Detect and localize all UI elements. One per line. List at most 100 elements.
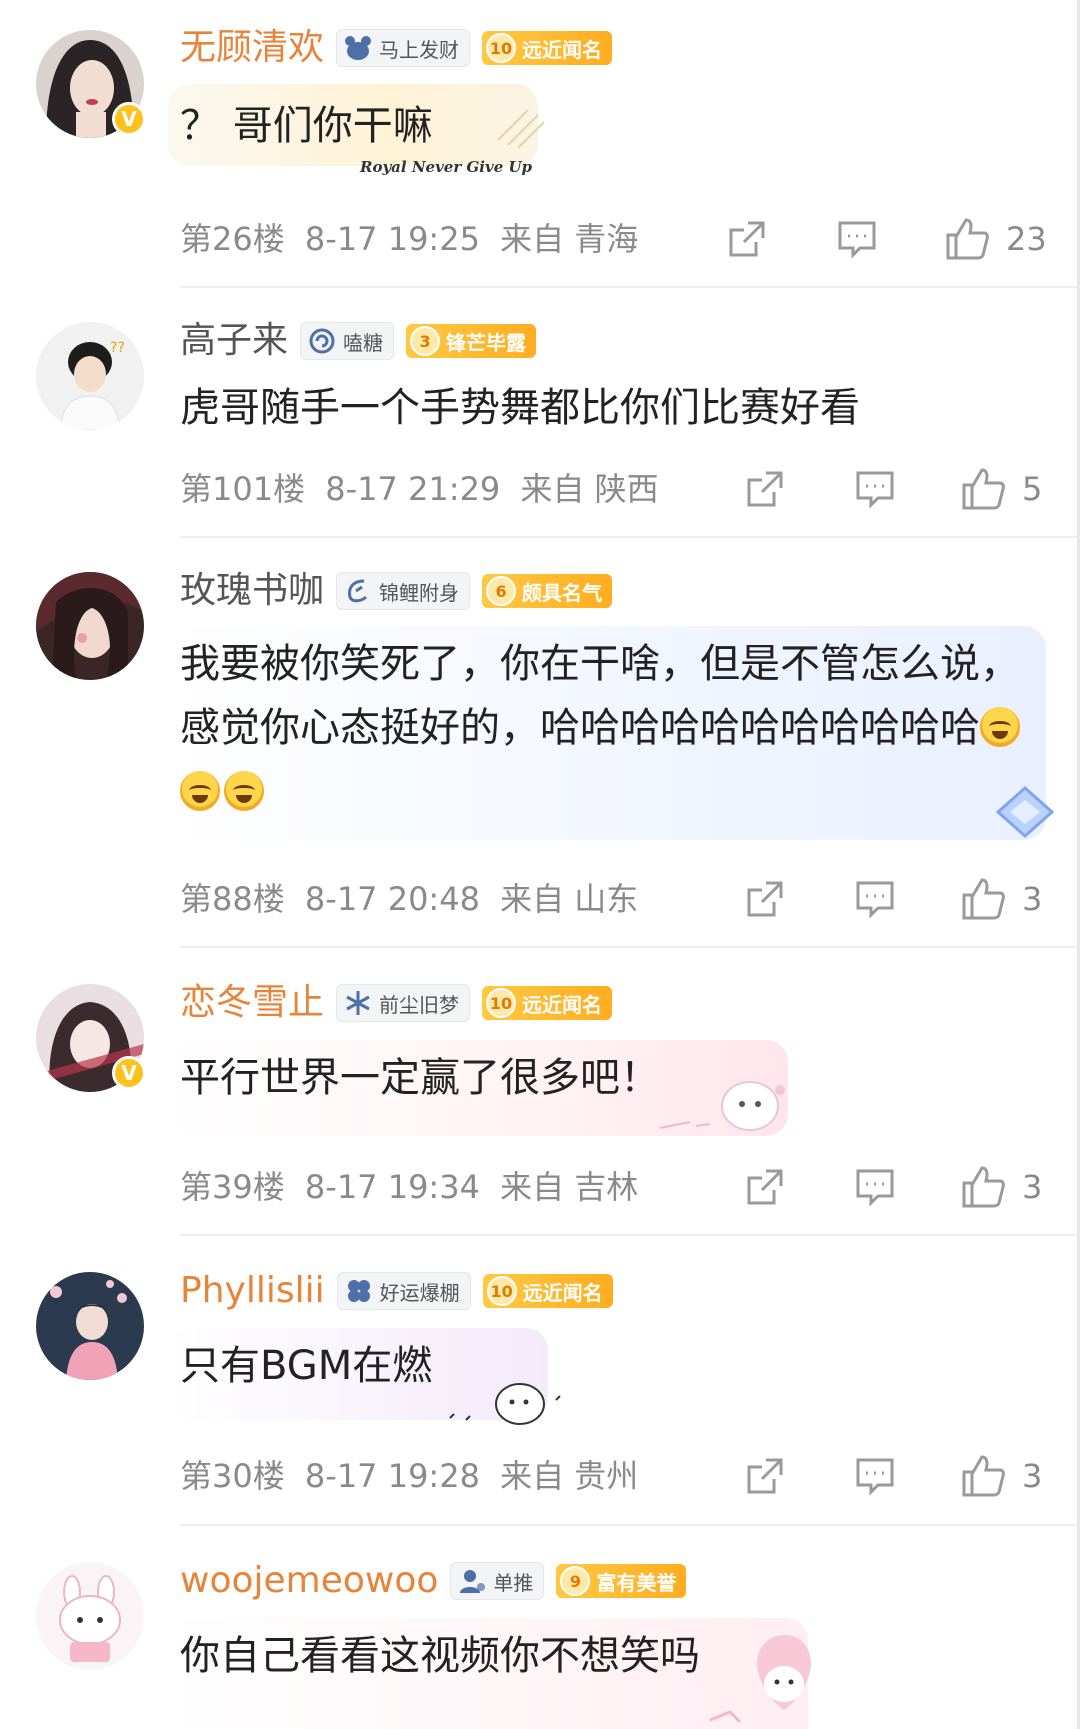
fan-level-badge[interactable]: 3 锋芒毕露 — [406, 324, 537, 358]
comment-time: 8-17 19:34 — [304, 1168, 480, 1206]
fan-level-title: 远近闻名 — [522, 37, 603, 62]
comment-icon — [856, 881, 894, 919]
comment-icon — [856, 1169, 894, 1207]
username[interactable]: 高子来 — [180, 316, 288, 366]
lollipop-icon — [307, 326, 337, 356]
bubble-stripes-decoration — [497, 109, 545, 149]
fan-level-number: 10 — [486, 1276, 517, 1306]
fan-level-badge[interactable]: 10 远近闻名 — [482, 986, 613, 1020]
fan-tag-label: 嗑糖 — [343, 330, 384, 355]
repost-button[interactable] — [744, 1162, 786, 1212]
fan-level-title: 远近闻名 — [522, 1280, 603, 1305]
fan-tag-label: 前尘旧梦 — [379, 992, 460, 1017]
melody-sticker-decoration — [709, 1635, 811, 1724]
comment-time: 8-17 20:48 — [304, 880, 480, 918]
share-box-icon — [729, 221, 765, 257]
avatar-image: ?? — [36, 322, 144, 430]
bunny-sticker-decoration — [659, 1081, 785, 1131]
fan-tag[interactable]: 嗑糖 — [300, 322, 395, 360]
avatar[interactable]: V — [36, 30, 146, 138]
repost-button[interactable] — [744, 1451, 786, 1501]
username[interactable]: 恋冬雪止 — [180, 978, 324, 1028]
comment-text: 平行世界一定赢了很多吧！ — [180, 1055, 660, 1101]
username[interactable]: 无顾清欢 — [180, 23, 324, 73]
avatar[interactable]: V — [36, 984, 146, 1092]
username[interactable]: Phyllislii — [180, 1266, 325, 1316]
avatar[interactable] — [36, 572, 144, 680]
fan-level-title: 远近闻名 — [522, 992, 603, 1017]
comment-text: 虎哥随手一个手势舞都比你们比赛好看 — [180, 385, 860, 431]
fan-tag[interactable]: 马上发财 — [336, 29, 471, 67]
username[interactable]: woojemeowoo — [180, 1556, 438, 1606]
thumbs-up-icon — [962, 878, 1005, 920]
laugh-cry-emoji — [980, 707, 1020, 747]
thumbs-up-icon — [962, 1166, 1005, 1208]
share-box-icon — [747, 881, 783, 917]
fan-tag-label: 单推 — [493, 1570, 534, 1595]
fan-tag[interactable]: 锦鲤附身 — [336, 572, 471, 610]
avatar[interactable] — [36, 1272, 144, 1380]
fan-level-number: 10 — [486, 33, 517, 63]
floor-number: 第30楼 — [180, 1457, 285, 1495]
fan-level-number: 10 — [486, 988, 517, 1018]
fan-level-badge[interactable]: 10 远近闻名 — [482, 1274, 613, 1308]
snowflake-icon — [343, 988, 373, 1018]
username[interactable]: 玫瑰书咖 — [180, 566, 324, 616]
comment-time: 8-17 19:25 — [304, 220, 480, 258]
reply-button[interactable] — [854, 1162, 896, 1212]
like-count: 3 — [1022, 1168, 1043, 1206]
comment-location: 来自 山东 — [500, 880, 639, 918]
fan-level-number: 9 — [560, 1566, 591, 1596]
laugh-cry-emoji — [224, 771, 264, 811]
comment-icon — [856, 1458, 894, 1496]
comment-text: ？ 哥们你干嘛 — [180, 103, 433, 149]
reply-button[interactable] — [854, 1451, 896, 1501]
fan-level-badge[interactable]: 9 富有美誉 — [556, 1564, 687, 1598]
fan-tag[interactable]: 单推 — [450, 1562, 545, 1600]
comment-text: 我要被你笑死了，你在干啥，但是不管怎么说，感觉你心态挺好的，哈哈哈哈哈哈哈哈哈哈… — [180, 632, 1026, 824]
floor-number: 第39楼 — [180, 1168, 285, 1206]
fan-level-title: 颇具名气 — [522, 580, 603, 605]
person-icon — [457, 1566, 487, 1596]
fan-tag-label: 马上发财 — [379, 37, 460, 62]
reply-button[interactable] — [836, 214, 878, 264]
comment-text: 你自己看看这视频你不想笑吗 — [180, 1633, 700, 1679]
avatar[interactable]: ?? — [36, 322, 144, 430]
fan-level-badge[interactable]: 6 颇具名气 — [482, 574, 613, 608]
laugh-cry-emoji — [180, 771, 220, 811]
floor-number: 第88楼 — [180, 880, 285, 918]
divider — [180, 286, 1080, 288]
fan-tag[interactable]: 前尘旧梦 — [336, 984, 471, 1022]
like-button[interactable]: 3 — [960, 1451, 1042, 1501]
bubble-caption: Royal Never Give Up — [360, 158, 533, 176]
like-button[interactable]: 3 — [960, 874, 1042, 924]
like-button[interactable]: 5 — [960, 464, 1042, 514]
share-box-icon — [747, 471, 783, 507]
fan-level-number: 6 — [486, 576, 517, 606]
fan-tag-label: 锦鲤附身 — [379, 580, 460, 605]
comment-text: 只有BGM在燃 — [180, 1343, 433, 1389]
repost-button[interactable] — [726, 214, 768, 264]
repost-button[interactable] — [744, 464, 786, 514]
comment-time: 8-17 21:29 — [325, 470, 501, 508]
fan-level-badge[interactable]: 10 远近闻名 — [482, 31, 613, 65]
thumbs-up-icon — [962, 1455, 1005, 1497]
avatar-image — [36, 572, 144, 680]
reply-button[interactable] — [854, 464, 896, 514]
comment-text-content: 我要被你笑死了，你在干啥，但是不管怎么说，感觉你心态挺好的，哈哈哈哈哈哈哈哈哈哈… — [180, 641, 1020, 751]
repost-button[interactable] — [744, 874, 786, 924]
avatar[interactable] — [36, 1562, 144, 1670]
verified-badge-icon: V — [112, 102, 146, 136]
like-count: 23 — [1006, 220, 1047, 258]
fan-tag[interactable]: 好运爆棚 — [336, 1272, 471, 1310]
reply-button[interactable] — [854, 874, 896, 924]
share-box-icon — [747, 1458, 783, 1494]
like-button[interactable]: 3 — [960, 1162, 1042, 1212]
clover-icon — [344, 1276, 374, 1306]
fan-level-number: 3 — [410, 326, 441, 356]
comment-icon — [838, 221, 876, 259]
floor-number: 第26楼 — [180, 220, 285, 258]
divider — [180, 1524, 1080, 1526]
like-button[interactable]: 23 — [944, 214, 1047, 264]
fan-tag-label: 好运爆棚 — [379, 1280, 460, 1305]
